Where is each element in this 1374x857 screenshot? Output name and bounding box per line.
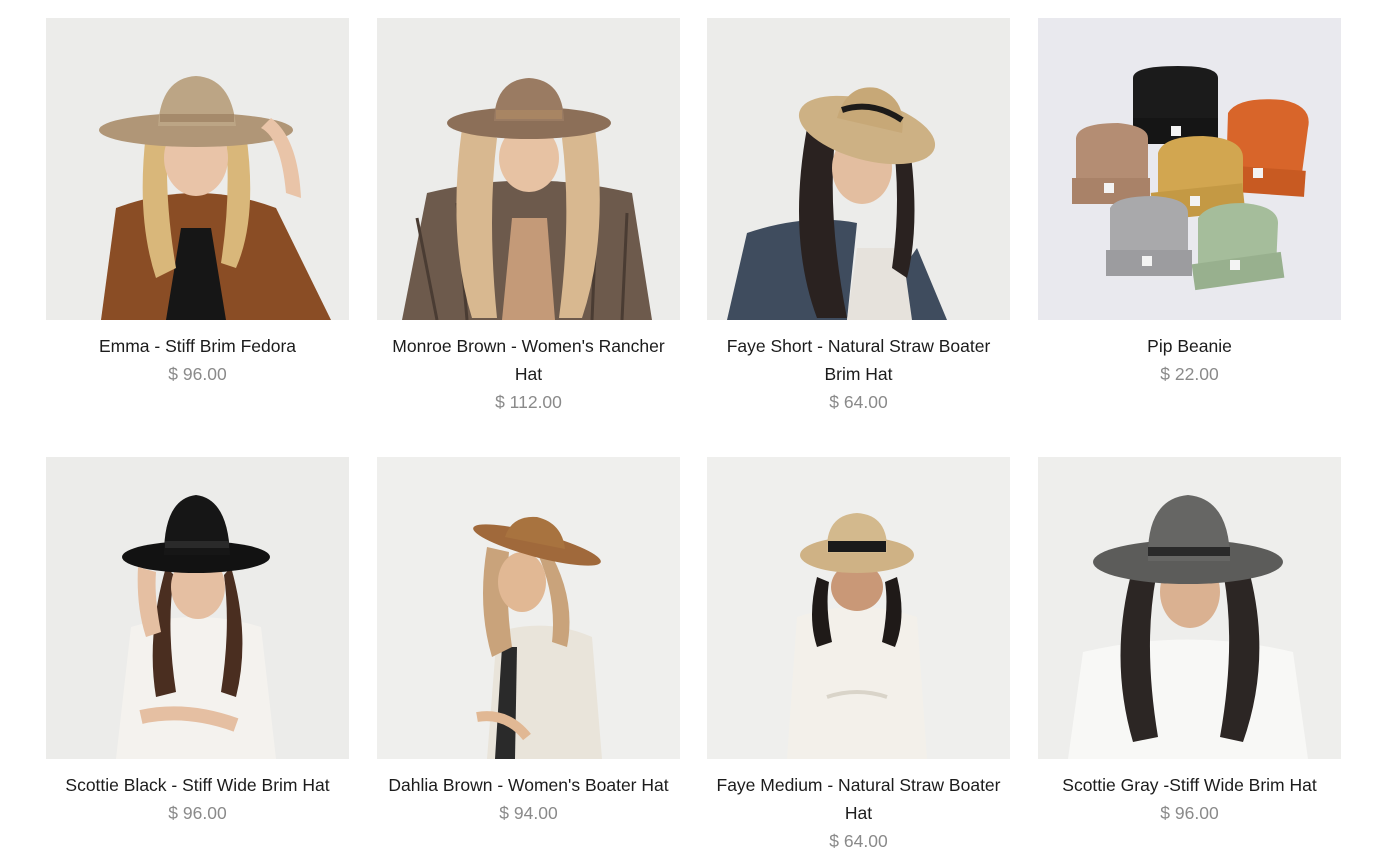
product-card-monroe-brown[interactable]: Monroe Brown - Women's Rancher Hat $ 112… (377, 18, 680, 416)
product-price: $ 96.00 (168, 364, 227, 384)
product-image-emma[interactable] (46, 18, 349, 320)
product-price: $ 94.00 (499, 803, 558, 823)
product-card-faye-medium[interactable]: Faye Medium - Natural Straw Boater Hat $… (707, 457, 1010, 855)
product-price: $ 112.00 (495, 392, 562, 412)
product-name[interactable]: Emma - Stiff Brim Fedora (46, 332, 349, 360)
photo-woman-tan-fedora (46, 18, 349, 320)
product-card-pip-beanie[interactable]: Pip Beanie $ 22.00 (1038, 18, 1341, 388)
photo-woman-brown-rancher-hat (377, 18, 680, 320)
product-price: $ 64.00 (829, 392, 888, 412)
photo-woman-gray-wide-brim (1038, 457, 1341, 759)
product-price: $ 64.00 (829, 831, 888, 851)
product-card-faye-short[interactable]: Faye Short - Natural Straw Boater Brim H… (707, 18, 1010, 416)
product-name[interactable]: Dahlia Brown - Women's Boater Hat (377, 771, 680, 799)
product-image-faye-medium[interactable] (707, 457, 1010, 759)
photo-woman-straw-boater (707, 18, 1010, 320)
product-image-faye-short[interactable] (707, 18, 1010, 320)
product-card-scottie-black[interactable]: Scottie Black - Stiff Wide Brim Hat $ 96… (46, 457, 349, 827)
product-price: $ 96.00 (1160, 803, 1219, 823)
product-image-scottie-black[interactable] (46, 457, 349, 759)
photo-woman-straw-boater-medium (707, 457, 1010, 759)
product-image-dahlia-brown[interactable] (377, 457, 680, 759)
product-image-monroe-brown[interactable] (377, 18, 680, 320)
product-name[interactable]: Scottie Black - Stiff Wide Brim Hat (46, 771, 349, 799)
product-grid: Emma - Stiff Brim Fedora $ 96.00 Monroe … (0, 0, 1374, 857)
photo-woman-brown-boater (377, 457, 680, 759)
product-card-scottie-gray[interactable]: Scottie Gray -Stiff Wide Brim Hat $ 96.0… (1038, 457, 1341, 827)
product-image-scottie-gray[interactable] (1038, 457, 1341, 759)
photo-six-beanies (1038, 18, 1341, 320)
product-price: $ 96.00 (168, 803, 227, 823)
photo-woman-black-wide-brim (46, 457, 349, 759)
product-name[interactable]: Monroe Brown - Women's Rancher Hat (377, 332, 680, 388)
product-image-pip-beanie[interactable] (1038, 18, 1341, 320)
product-name[interactable]: Faye Medium - Natural Straw Boater Hat (707, 771, 1010, 827)
product-card-emma[interactable]: Emma - Stiff Brim Fedora $ 96.00 (46, 18, 349, 388)
product-card-dahlia-brown[interactable]: Dahlia Brown - Women's Boater Hat $ 94.0… (377, 457, 680, 827)
product-price: $ 22.00 (1160, 364, 1219, 384)
product-name[interactable]: Scottie Gray -Stiff Wide Brim Hat (1038, 771, 1341, 799)
product-name[interactable]: Faye Short - Natural Straw Boater Brim H… (707, 332, 1010, 388)
product-name[interactable]: Pip Beanie (1038, 332, 1341, 360)
